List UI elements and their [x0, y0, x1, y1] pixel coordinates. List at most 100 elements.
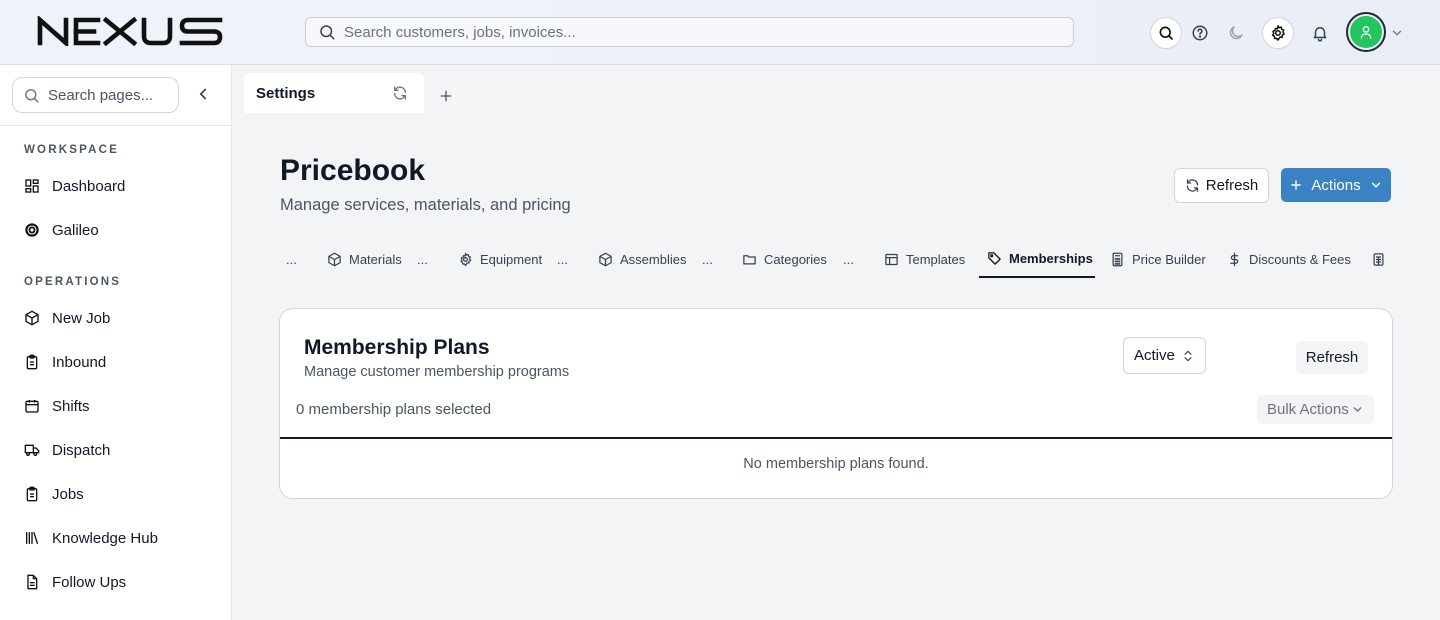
galileo-icon [25, 223, 39, 237]
status-filter-select[interactable]: Active [1123, 337, 1206, 374]
search-icon [320, 25, 335, 40]
subtab-templates[interactable]: Templates [884, 240, 965, 278]
actions-button[interactable]: Actions [1281, 168, 1391, 202]
sidebar-item-knowledge-hub[interactable]: Knowledge Hub [24, 526, 224, 550]
theme-toggle[interactable] [1220, 17, 1252, 49]
user-icon [1360, 26, 1372, 39]
calculator-icon [1112, 252, 1123, 266]
bulk-actions-button[interactable]: Bulk Actions [1257, 395, 1374, 424]
subtab-label: Assemblies [620, 251, 687, 267]
clipboard-icon [26, 354, 38, 370]
clipboard-icon [26, 486, 38, 502]
subtab-overflow[interactable]: ... [702, 240, 713, 278]
subtab-assemblies[interactable]: Assemblies [598, 240, 686, 278]
sidebar-item-shifts[interactable]: Shifts [24, 394, 224, 418]
sidebar-item-label: New Job [52, 309, 111, 327]
refresh-icon[interactable] [392, 85, 408, 101]
sidebar-item-jobs[interactable]: Jobs [24, 482, 224, 506]
subtab-label: Discounts & Fees [1249, 251, 1351, 267]
chevron-down-icon[interactable] [1390, 26, 1404, 40]
global-search[interactable] [305, 17, 1074, 47]
selected-count: 0 membership plans selected [296, 401, 492, 418]
section-title-operations: OPERATIONS [24, 276, 122, 288]
global-search-input[interactable] [344, 23, 1044, 41]
subtab-categories[interactable]: Categories [742, 240, 827, 278]
section-title-workspace: WORKSPACE [24, 144, 119, 156]
refresh-button[interactable]: Refresh [1174, 168, 1269, 203]
sidebar-item-follow-ups[interactable]: Follow Ups [24, 570, 224, 594]
bulk-actions-label: Bulk Actions [1267, 401, 1349, 418]
folder-icon [743, 254, 756, 264]
notifications-button[interactable] [1304, 17, 1336, 49]
table-icon [885, 253, 898, 265]
subtab-overflow[interactable]: ... [286, 240, 297, 278]
user-avatar-button[interactable] [1346, 12, 1386, 52]
subtab-overflow[interactable]: ... [557, 240, 568, 278]
search-button[interactable] [1150, 17, 1182, 49]
box-icon [599, 252, 612, 266]
tab-settings[interactable]: Settings [244, 73, 424, 113]
sidebar-item-new-job[interactable]: New Job [24, 306, 224, 330]
document-icon [27, 574, 38, 590]
pricebook-subtabs: ... Materials ... Equipment ... Assembli… [280, 240, 1392, 278]
page-title: Pricebook [280, 154, 426, 187]
box-icon [25, 310, 39, 326]
subtab-overflow[interactable]: ... [417, 240, 428, 278]
sidebar-item-dashboard[interactable]: Dashboard [24, 174, 224, 198]
membership-plans-card: Membership Plans Manage customer members… [279, 308, 1393, 499]
subtab-equipment[interactable]: Equipment [458, 240, 542, 278]
add-tab-icon[interactable] [438, 88, 454, 104]
subtab-materials[interactable]: Materials [327, 240, 402, 278]
top-bar [0, 0, 1440, 65]
subtab-overflow[interactable]: ... [843, 240, 854, 278]
subtab-more[interactable] [1371, 240, 1393, 278]
document-stack-icon [1373, 252, 1384, 266]
sidebar-item-galileo[interactable]: Galileo [24, 218, 224, 242]
sidebar-divider [0, 125, 231, 126]
sidebar-search-input[interactable] [48, 86, 168, 104]
help-icon [1192, 25, 1208, 41]
subtab-label: Equipment [480, 251, 543, 267]
refresh-icon [1186, 179, 1198, 192]
subtab-label: Templates [906, 251, 966, 267]
sidebar: WORKSPACE Dashboard Galileo OPERATIONS N… [0, 65, 232, 620]
card-title: Membership Plans [304, 336, 490, 359]
subtab-price-builder[interactable]: Price Builder [1110, 240, 1206, 278]
empty-state: No membership plans found. [743, 456, 929, 472]
collapse-sidebar-icon[interactable] [194, 85, 212, 103]
settings-button[interactable] [1262, 17, 1294, 49]
sidebar-item-label: Dashboard [52, 177, 126, 195]
avatar [1350, 16, 1382, 48]
search-icon [25, 88, 39, 103]
card-subtitle: Manage customer membership programs [304, 364, 570, 380]
page-subtitle: Manage services, materials, and pricing [280, 196, 571, 214]
sidebar-item-inbound[interactable]: Inbound [24, 350, 224, 374]
card-refresh-button[interactable]: Refresh [1296, 341, 1368, 374]
sidebar-item-label: Shifts [52, 397, 90, 415]
help-button[interactable] [1184, 17, 1216, 49]
subtab-label: Categories [764, 251, 827, 267]
sidebar-item-label: Jobs [52, 485, 84, 503]
sidebar-item-label: Knowledge Hub [52, 529, 158, 547]
tag-icon [988, 251, 1001, 265]
sidebar-search[interactable] [12, 77, 179, 113]
plus-icon [1291, 180, 1302, 190]
sidebar-item-label: Galileo [52, 221, 99, 239]
subtab-label: Memberships [1009, 250, 1093, 266]
nexus-logo[interactable] [36, 16, 224, 46]
library-icon [26, 532, 38, 544]
gear-icon [460, 252, 472, 266]
refresh-button-label: Refresh [1205, 177, 1259, 194]
bell-icon [1313, 27, 1327, 42]
sidebar-item-dispatch[interactable]: Dispatch [24, 438, 224, 462]
box-icon [328, 252, 341, 266]
status-filter-value: Active [1134, 347, 1175, 364]
actions-button-label: Actions [1311, 176, 1361, 194]
subtab-discounts-fees[interactable]: Discounts & Fees [1227, 240, 1351, 278]
sidebar-item-label: Follow Ups [52, 573, 127, 591]
subtab-label: Price Builder [1132, 251, 1206, 267]
calendar-icon [25, 400, 39, 413]
dashboard-icon [25, 179, 39, 193]
chevron-down-icon [1371, 182, 1380, 188]
subtab-memberships[interactable]: Memberships [979, 240, 1095, 278]
